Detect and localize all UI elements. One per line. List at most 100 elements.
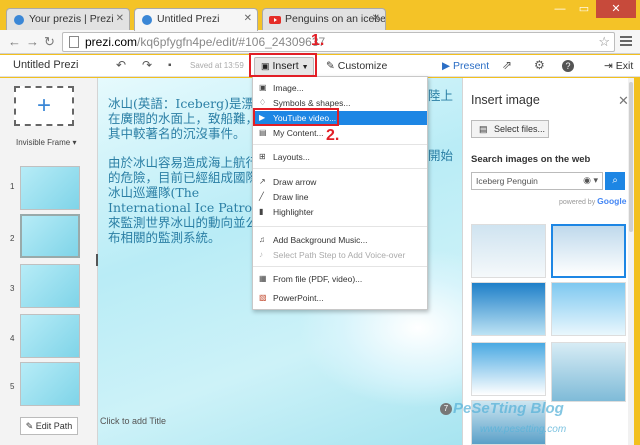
share-icon[interactable]: ⇗ [502,58,512,72]
menu-divider [253,226,427,227]
menu-item-label: My Content... [273,128,324,138]
menu-divider [253,144,427,145]
present-label: Present [453,60,490,72]
frame-type-select[interactable]: Invisible Frame ▾ [16,138,77,147]
close-window-button[interactable]: ✕ [596,0,636,18]
path-thumbnail-4[interactable] [20,314,80,358]
tab-label: Untitled Prezi [157,13,220,25]
minimize-button[interactable]: — [548,0,572,18]
bookmark-star-icon[interactable]: ☆ [598,34,610,50]
customize-button[interactable]: ✎ Customize [326,60,387,72]
google-logo: Google [597,196,627,206]
close-icon[interactable]: ✕ [244,13,252,24]
menu-item-label: Symbols & shapes... [273,98,351,108]
path-thumbnail-2[interactable] [20,214,80,258]
menu-item-layouts[interactable]: ⊞ Layouts... [253,150,427,164]
youtube-favicon-icon [269,16,281,24]
menu-divider [253,266,427,267]
forward-icon[interactable]: → [26,34,39,49]
customize-label: Customize [337,60,388,72]
tab-your-prezis[interactable]: Your prezis | Prezi ✕ [6,8,130,30]
path-thumbnail-1[interactable] [20,166,80,210]
canvas-text-fragment: 陸上 [428,88,454,103]
maximize-button[interactable]: ▭ [572,0,596,18]
canvas-text-block[interactable]: 冰山(英語：Iceberg)是漂浮在廣闊的水面上，致船難，其中較著名的沉沒事件。… [108,96,268,259]
arrow-icon: ↗ [259,177,266,186]
menu-item-powerpoint[interactable]: ▧ PowerPoint... [253,291,427,305]
select-files-button[interactable]: ▤ Select files... [471,120,549,138]
present-button[interactable]: ▶ Present [442,60,489,72]
browser-menu-icon[interactable] [620,34,632,48]
undo-icon[interactable]: ↶ [116,58,126,72]
menu-item-label: Highlighter [273,207,314,217]
menu-item-draw-arrow[interactable]: ↗ Draw arrow [253,175,427,189]
step-badge: 7 [440,403,452,415]
menu-item-label: Layouts... [273,152,310,162]
powerpoint-icon: ▧ [259,293,267,302]
voice-icon: ♪ [259,250,263,259]
panel-scrollbar-thumb[interactable] [629,82,633,232]
search-result-image[interactable] [471,342,546,396]
exit-button[interactable]: ⇥ Exit [604,60,633,72]
redo-icon[interactable]: ↷ [142,58,152,72]
path-step-number: 1 [10,182,15,191]
edit-path-button[interactable]: ✎ Edit Path [20,417,78,435]
search-button[interactable]: ⌕ [605,172,625,190]
close-icon[interactable]: ✕ [372,13,380,24]
save-icon[interactable]: ▪ [168,60,172,71]
path-sidebar: + Invisible Frame ▾ 1 2 3 4 5 ✎ Edit Pat… [0,78,98,445]
tab-label: Your prezis | Prezi [29,13,114,25]
menu-item-draw-line[interactable]: ╱ Draw line [253,190,427,204]
search-value: Iceberg Penguin [476,176,538,186]
image-icon: ▣ [259,83,267,92]
image-search-input[interactable]: Iceberg Penguin ◉ ▾ [471,172,603,190]
highlighter-icon: ▮ [259,207,264,216]
path-step-number: 4 [10,334,15,343]
search-result-image[interactable] [471,224,546,278]
menu-item-from-file[interactable]: ▦ From file (PDF, video)... [253,272,427,286]
annotation-step-2: 2. [326,127,340,144]
menu-item-label: Draw line [273,192,309,202]
search-result-image[interactable] [551,224,626,278]
exit-icon: ⇥ [604,60,613,72]
search-result-image[interactable] [551,342,626,402]
back-icon[interactable]: ← [8,34,21,49]
menu-item-my-content[interactable]: ▤ My Content... [253,126,427,140]
annotation-step-1: 1. [311,32,325,49]
menu-item-voice-over: ♪ Select Path Step to Add Voice-over [253,248,427,262]
canvas-paragraph-1: 冰山(英語：Iceberg)是漂浮在廣闊的水面上，致船難，其中較著名的沉沒事件。 [108,96,267,141]
address-bar[interactable]: prezi.com/kq6pfygfn4pe/edit/#106_2430963… [62,32,615,52]
menu-item-highlighter[interactable]: ▮ Highlighter [253,205,427,219]
search-label: Search images on the web [471,154,591,165]
brush-icon: ✎ [326,60,335,72]
prezi-toolbar: Untitled Prezi ↶ ↷ ▪ Saved at 13:59 ▣ In… [0,55,640,77]
add-frame-button[interactable]: + [14,86,74,126]
prezi-favicon-icon [142,15,152,25]
search-result-image[interactable] [551,282,626,336]
menu-item-label: Select Path Step to Add Voice-over [273,250,406,260]
edit-path-label: Edit Path [35,421,73,431]
powered-by-google: powered by Google [559,196,626,206]
settings-gear-icon[interactable]: ⚙ [534,58,545,72]
click-to-add-title[interactable]: Click to add Title [100,416,166,426]
menu-item-image[interactable]: ▣ Image... [253,81,427,95]
path-thumbnail-3[interactable] [20,264,80,308]
close-icon[interactable]: ✕ [116,13,124,24]
annotation-box-youtube [253,108,339,126]
help-icon[interactable]: ? [562,60,574,72]
menu-item-label: Image... [273,83,304,93]
path-thumbnail-5[interactable] [20,362,80,406]
path-step-number: 2 [10,234,15,243]
pencil-icon: ✎ [25,421,34,431]
tab-penguins[interactable]: Penguins on an iceberg ✕ [262,8,386,30]
menu-item-label: Draw arrow [273,177,317,187]
line-icon: ╱ [259,192,264,201]
globe-icon[interactable]: ◉ ▾ [583,175,598,186]
search-result-image[interactable] [471,282,546,336]
tab-untitled-prezi[interactable]: Untitled Prezi ✕ [134,8,258,31]
folder-icon: ▤ [259,128,267,137]
menu-item-label: From file (PDF, video)... [273,274,363,284]
menu-item-background-music[interactable]: ♫ Add Background Music... [253,233,427,247]
reload-icon[interactable]: ↻ [44,34,55,50]
prezi-title[interactable]: Untitled Prezi [13,59,78,71]
